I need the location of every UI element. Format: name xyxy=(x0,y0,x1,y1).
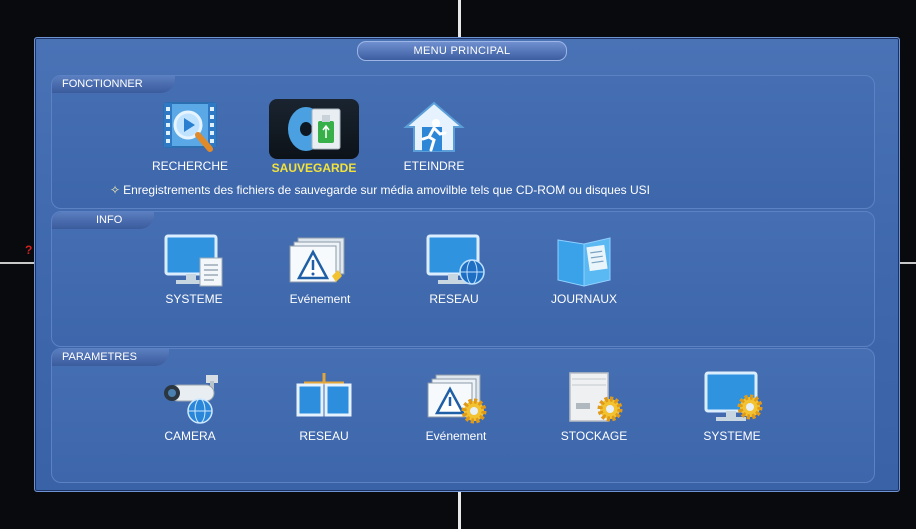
network-monitors-icon xyxy=(296,373,352,417)
selection-highlight xyxy=(269,99,359,159)
section-parametres: PARAMETRES CAMERA RESEAU Evénement STOCK… xyxy=(51,348,875,483)
menu-item-info-reseau[interactable]: RESEAU xyxy=(402,234,506,306)
section-title: PARAMETRES xyxy=(52,349,169,366)
menu-item-camera[interactable]: CAMERA xyxy=(138,371,242,443)
section-title: FONCTIONNER xyxy=(52,76,175,93)
menu-item-label: Evénement xyxy=(289,292,351,306)
lightbulb-icon: ✧ xyxy=(110,183,121,197)
menu-item-param-reseau[interactable]: RESEAU xyxy=(272,371,376,443)
menu-item-info-journaux[interactable]: JOURNAUX xyxy=(532,234,636,306)
menu-item-label: CAMERA xyxy=(164,429,216,443)
menu-item-recherche[interactable]: RECHERCHE xyxy=(138,101,242,173)
menu-item-param-evenement[interactable]: Evénement xyxy=(404,371,508,443)
menu-item-label: SYSTEME xyxy=(703,429,761,443)
section-info: INFO SYSTEME Evénement RESEAU JOURNAUX xyxy=(51,211,875,347)
monitor-document-icon xyxy=(164,234,223,287)
hint-text: ✧ Enregistrements des fichiers de sauvega… xyxy=(110,183,650,197)
menu-item-label: STOCKAGE xyxy=(560,429,628,443)
section-fonctionner: FONCTIONNER RECHERCHE SAUVEGARDE ETEINDR… xyxy=(51,75,875,209)
monitor-globe-icon xyxy=(426,234,485,285)
menu-item-eteindre[interactable]: ETEINDRE xyxy=(382,101,486,173)
window-title: MENU PRINCIPAL xyxy=(357,41,567,61)
storage-gear-icon xyxy=(569,372,623,422)
film-search-icon xyxy=(163,102,217,152)
main-menu-window: MENU PRINCIPAL FONCTIONNER RECHERCHE SAU… xyxy=(34,37,900,492)
menu-item-label: RESEAU xyxy=(299,429,349,443)
menu-item-label: RESEAU xyxy=(429,292,479,306)
section-title: INFO xyxy=(52,212,155,229)
menu-item-label: ETEINDRE xyxy=(403,159,465,173)
warning-event-icon xyxy=(289,237,345,283)
warning-gear-icon xyxy=(427,374,487,424)
menu-item-sauvegarde[interactable]: SAUVEGARDE xyxy=(262,99,366,175)
question-mark-icon: ? xyxy=(25,243,33,257)
menu-item-label: RECHERCHE xyxy=(151,159,228,173)
backup-usb-icon xyxy=(288,107,341,151)
menu-item-label: SAUVEGARDE xyxy=(271,161,357,175)
menu-item-label: JOURNAUX xyxy=(550,292,617,306)
log-book-icon xyxy=(557,237,611,287)
menu-item-param-systeme[interactable]: SYSTEME xyxy=(680,371,784,443)
monitor-gear-icon xyxy=(704,371,763,421)
camera-globe-icon xyxy=(164,375,218,424)
menu-item-label: SYSTEME xyxy=(165,292,223,306)
menu-item-label: Evénement xyxy=(425,429,487,443)
menu-item-info-systeme[interactable]: SYSTEME xyxy=(142,234,246,306)
menu-item-stockage[interactable]: STOCKAGE xyxy=(542,371,646,443)
menu-item-info-evenement[interactable]: Evénement xyxy=(268,234,372,306)
house-exit-icon xyxy=(403,101,465,152)
